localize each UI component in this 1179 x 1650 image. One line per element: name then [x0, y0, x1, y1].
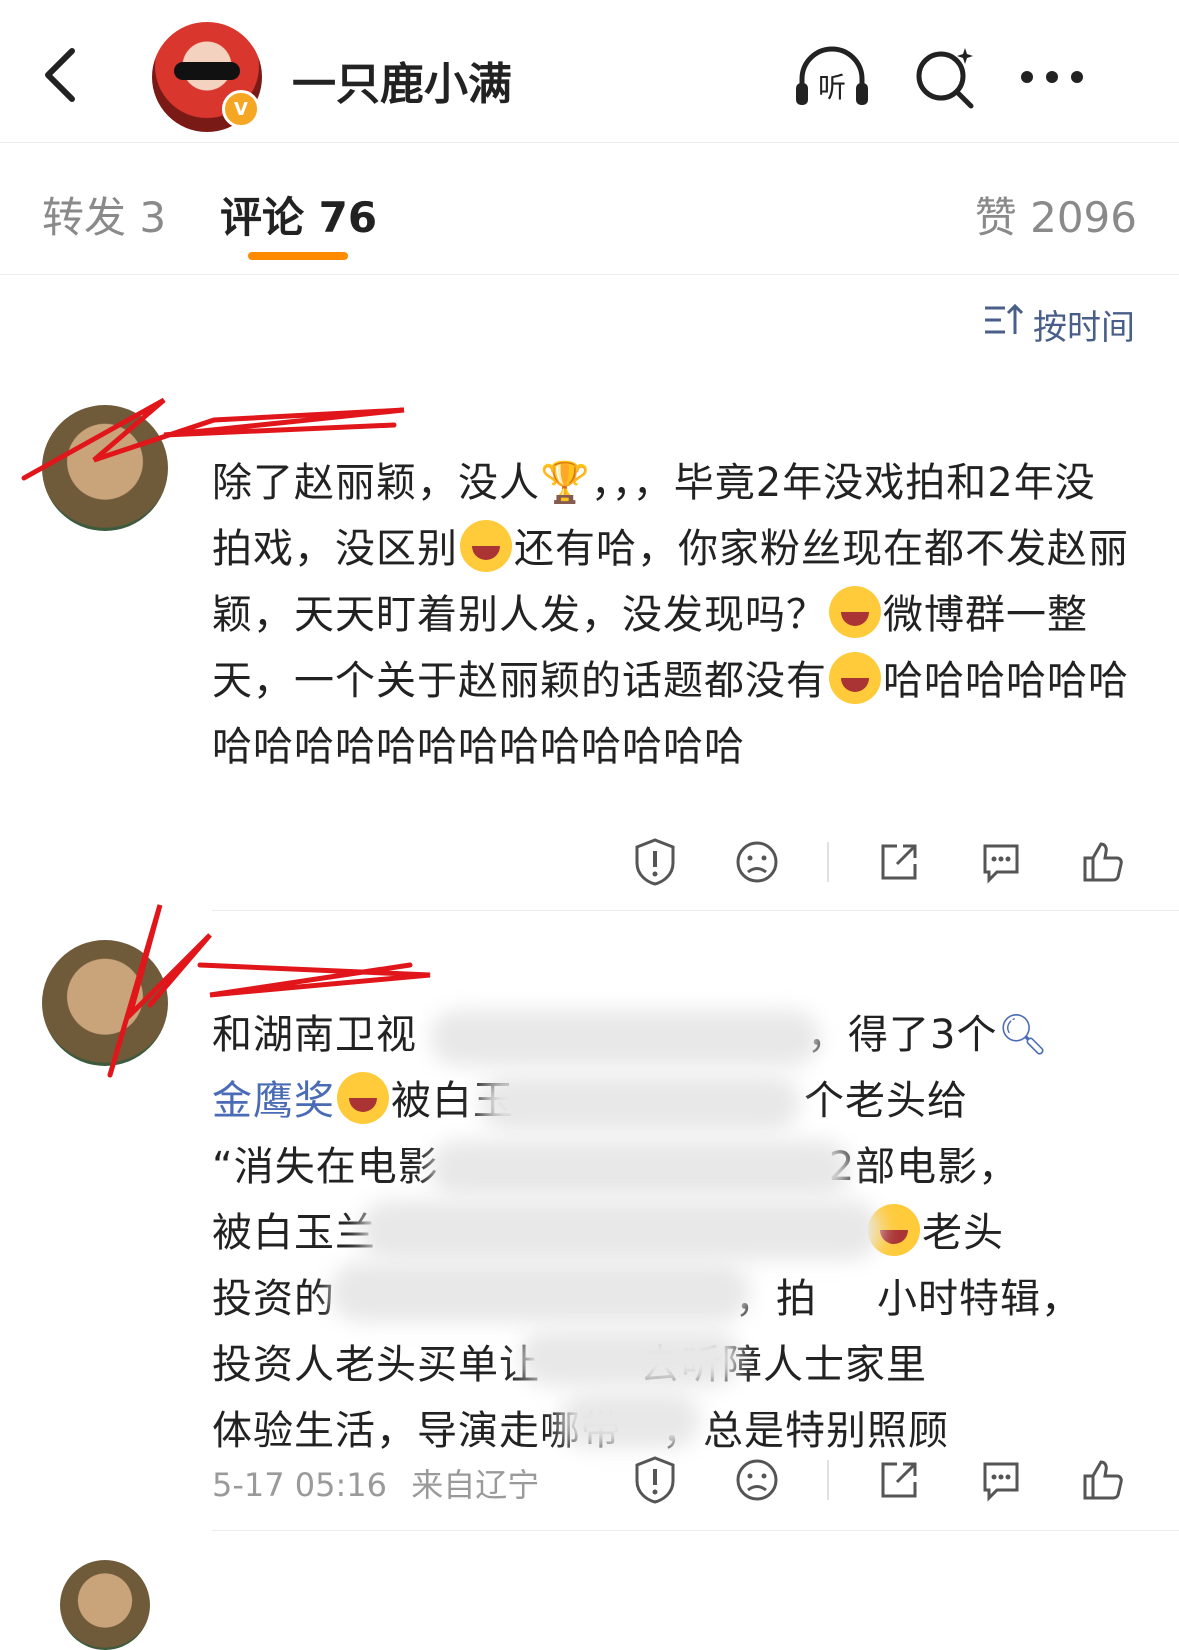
tab-repost[interactable]: 转发 3: [42, 184, 166, 245]
tab-like[interactable]: 赞 2096: [975, 184, 1137, 245]
verified-badge-icon: V: [222, 90, 260, 128]
sort-label: 按时间: [1033, 308, 1135, 348]
like-thumb-icon[interactable]: [1071, 830, 1135, 894]
blur-overlay: [480, 1075, 800, 1131]
dislike-face-icon[interactable]: [725, 830, 789, 894]
comment-text-segment: 被白玉兰: [212, 1210, 376, 1256]
comment-text-segment: 除了赵丽颖，没人: [212, 460, 540, 506]
trophy-icon: 🏆: [540, 460, 591, 506]
comment-location: 来自辽宁: [411, 1466, 540, 1504]
comment-text-segment: 小时特辑，: [877, 1276, 1082, 1322]
comment-text-segment: 老头: [922, 1210, 1004, 1256]
back-arrow-icon[interactable]: [30, 40, 90, 110]
blur-overlay: [360, 1200, 880, 1260]
reply-icon[interactable]: [969, 1448, 1033, 1512]
laugh-cry-emoji-icon: [829, 652, 881, 704]
search-icon[interactable]: [904, 42, 984, 112]
commenter-avatar[interactable]: [60, 1560, 150, 1650]
comment-text-segment: 投资的: [212, 1276, 335, 1322]
laugh-cry-emoji-icon: [337, 1072, 389, 1124]
listen-headphones-icon[interactable]: 听: [792, 42, 872, 112]
action-divider: [827, 1460, 829, 1500]
dislike-face-icon[interactable]: [725, 1448, 789, 1512]
blur-overlay: [430, 1140, 850, 1196]
laugh-cry-emoji-icon: [460, 520, 512, 572]
comment-actions: [585, 1448, 1135, 1512]
blur-overlay: [560, 1392, 700, 1448]
share-icon[interactable]: [867, 1448, 931, 1512]
comment-text-segment: 和湖南卫视: [212, 1012, 417, 1058]
share-icon[interactable]: [867, 830, 931, 894]
comment-actions: [585, 830, 1135, 894]
report-shield-icon[interactable]: [623, 1448, 687, 1512]
listen-label: 听: [818, 71, 846, 104]
blur-overlay: [330, 1262, 750, 1322]
active-tab-indicator: [248, 252, 348, 260]
comment-text-segment: 个老头给: [804, 1078, 968, 1124]
blur-overlay: [520, 1330, 740, 1386]
report-shield-icon[interactable]: [623, 830, 687, 894]
tab-bar: 转发 3 评论 76 赞 2096: [0, 142, 1179, 275]
author-avatar[interactable]: V: [152, 22, 262, 132]
sort-icon: [983, 302, 1024, 347]
comment-meta: 5-17 05:16 来自辽宁: [212, 1460, 539, 1506]
tab-comment[interactable]: 评论 76: [220, 184, 377, 245]
comment-text: 除了赵丽颖，没人🏆，，，毕竟2年没戏拍和2年没拍戏，没区别 还有哈，你家粉丝现在都…: [212, 450, 1132, 780]
topic-link[interactable]: 金鹰奖: [212, 1078, 335, 1124]
reply-icon[interactable]: [969, 830, 1033, 894]
action-divider: [827, 842, 829, 882]
comment-separator: [212, 1530, 1179, 1531]
comment-text-segment: “消失在电影: [212, 1144, 439, 1190]
comment-text-segment: 2部电影，: [828, 1144, 1020, 1190]
sort-button[interactable]: 按时间: [983, 300, 1135, 349]
author-name[interactable]: 一只鹿小满: [292, 48, 512, 112]
like-thumb-icon[interactable]: [1071, 1448, 1135, 1512]
comment-text-segment: ，得了3个: [807, 1012, 998, 1058]
laugh-cry-emoji-icon: [829, 586, 881, 638]
avatar-glasses: [174, 62, 240, 80]
search-link-icon[interactable]: 🔍︎: [997, 1012, 1049, 1058]
comment-text-segment: 投资人老头买单让: [212, 1342, 540, 1388]
comment-date: 5-17 05:16: [212, 1466, 388, 1504]
top-bar: V 一只鹿小满 听: [0, 0, 1179, 143]
more-icon[interactable]: [1012, 42, 1092, 112]
blur-overlay: [430, 1010, 820, 1066]
